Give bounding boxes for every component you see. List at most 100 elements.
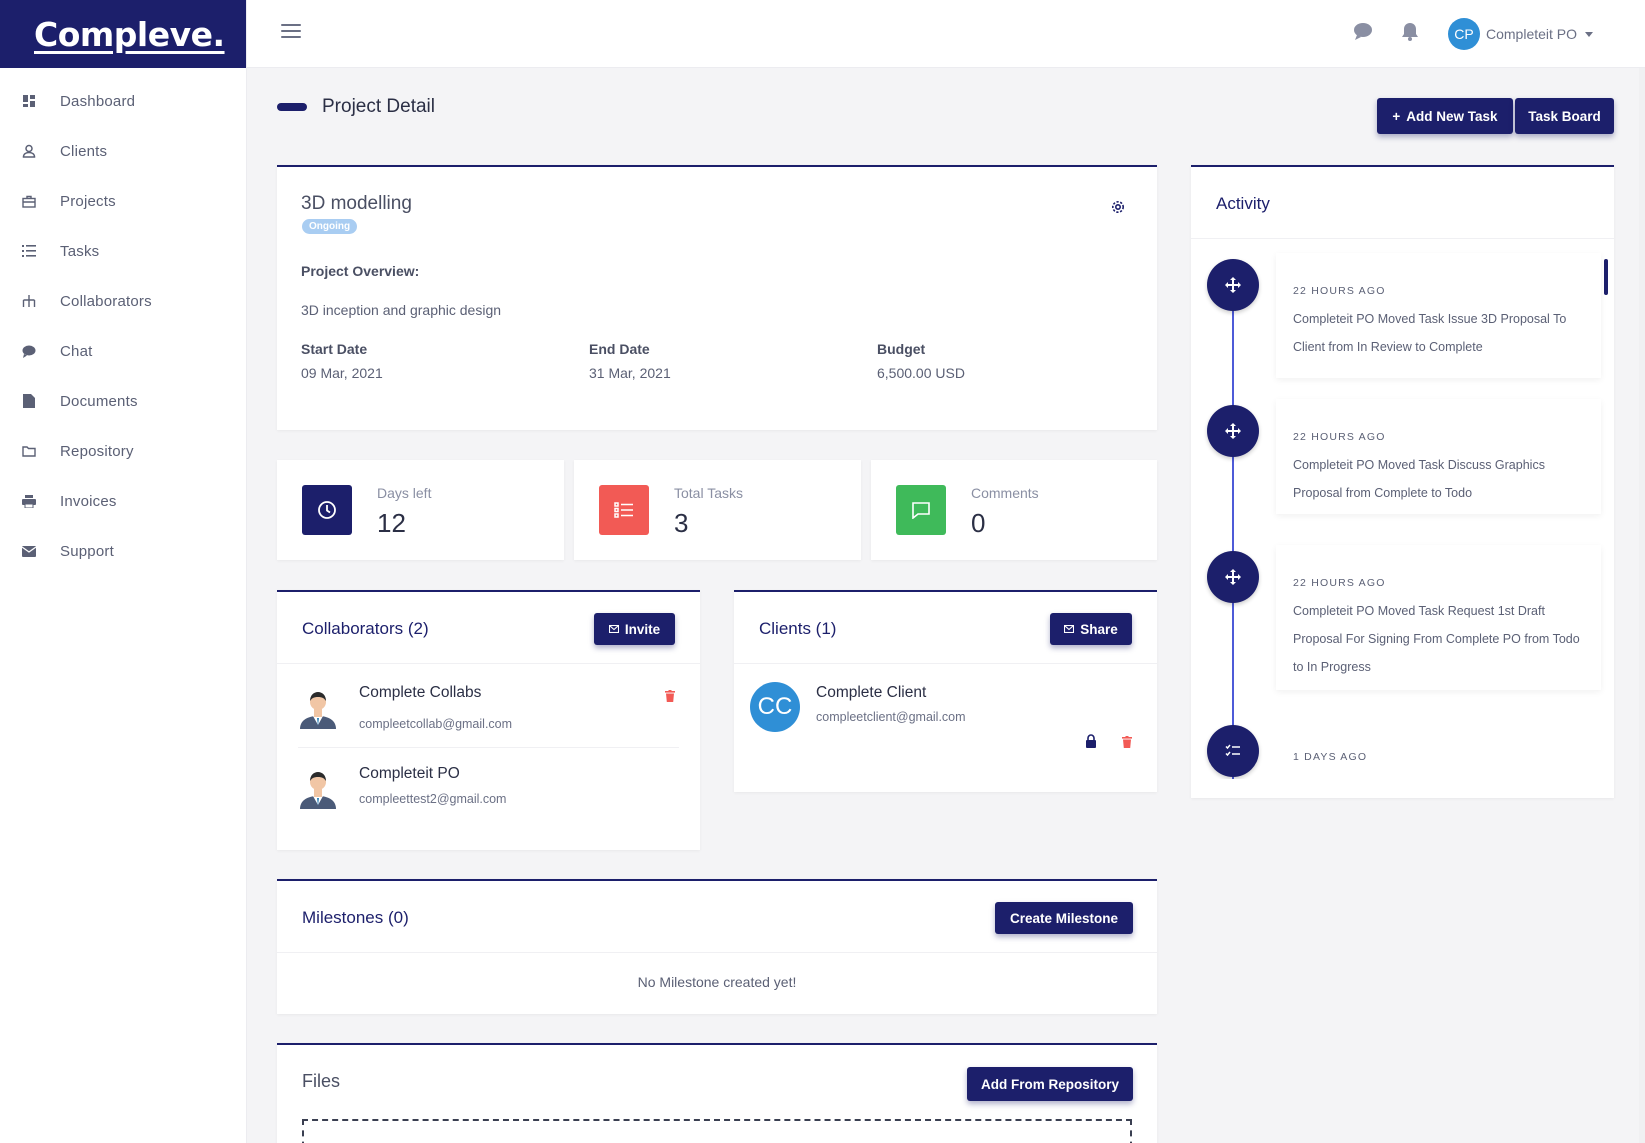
move-icon (1207, 405, 1259, 457)
milestones-card: Milestones (0) Create Milestone No Miles… (277, 879, 1157, 1014)
task-check-icon (1207, 725, 1259, 777)
sidebar-item-label: Clients (60, 142, 108, 160)
chevron-down-icon (1585, 31, 1594, 37)
sidebar-item-label: Invoices (60, 492, 117, 510)
chat-icon (21, 343, 37, 359)
budget-value: 6,500.00 USD (877, 365, 965, 381)
move-icon (1207, 551, 1259, 603)
sidebar-item-dashboard[interactable]: Dashboard (0, 76, 246, 126)
page-header: Project Detail (277, 96, 435, 118)
activity-item: 22 HOURS AGO Completeit PO Moved Task Is… (1276, 253, 1601, 378)
comment-icon (896, 485, 946, 535)
activity-time: 22 HOURS AGO (1293, 285, 1386, 297)
collaborators-title: Collaborators (2) (302, 619, 429, 638)
sidebar-item-collaborators[interactable]: Collaborators (0, 276, 246, 326)
sidebar-item-label: Dashboard (60, 92, 136, 110)
trash-icon[interactable] (665, 689, 675, 707)
sidebar-item-repository[interactable]: Repository (0, 426, 246, 476)
sidebar-item-invoices[interactable]: Invoices (0, 476, 246, 526)
task-board-button[interactable]: Task Board (1515, 98, 1614, 134)
project-card: 3D modelling Ongoing Project Overview: 3… (277, 165, 1157, 430)
collaborator-name: Completeit PO (359, 765, 460, 782)
files-title: Files (302, 1071, 341, 1091)
total-tasks-card: Total Tasks 3 (574, 460, 861, 560)
comments-value: 0 (971, 508, 986, 538)
sidebar-item-support[interactable]: Support (0, 526, 246, 576)
clients-card: Clients (1) Share CC Complete Client com… (734, 590, 1157, 792)
activity-text: Completeit PO Moved Task Request 1st Dra… (1293, 604, 1580, 674)
file-dropzone[interactable] (302, 1119, 1132, 1143)
page-title: Project Detail (322, 96, 435, 117)
divider (277, 663, 700, 664)
user-name: Completeit PO (1486, 26, 1578, 42)
total-tasks-value: 3 (674, 508, 689, 538)
avatar: CP (1448, 18, 1480, 50)
page-scrollbar[interactable] (1639, 68, 1645, 1143)
activity-item: 22 HOURS AGO Completeit PO Moved Task Di… (1276, 399, 1601, 514)
briefcase-icon (21, 193, 37, 209)
user-icon (21, 143, 37, 159)
client-name: Complete Client (816, 684, 927, 701)
brand-logo[interactable]: Compleve. (0, 0, 246, 68)
user-menu[interactable]: CP Completeit PO (1448, 18, 1594, 50)
activity-card: Activity 22 HOURS AGO Completeit PO Move… (1191, 165, 1614, 798)
task-list-icon (599, 485, 649, 535)
gear-icon[interactable] (1111, 200, 1125, 219)
activity-text: Completeit PO Moved Task Issue 3D Propos… (1293, 312, 1567, 354)
activity-scrollbar[interactable] (1604, 259, 1608, 295)
budget-label: Budget (877, 341, 926, 357)
sidebar-item-tasks[interactable]: Tasks (0, 226, 246, 276)
overview-label: Project Overview: (301, 263, 420, 279)
add-from-repository-button[interactable]: Add From Repository (967, 1067, 1133, 1101)
notification-bell-icon[interactable] (1401, 22, 1419, 46)
avatar: CC (750, 682, 800, 732)
messages-icon[interactable] (1353, 22, 1373, 45)
files-card: Files Add From Repository (277, 1043, 1157, 1143)
sidebar-item-chat[interactable]: Chat (0, 326, 246, 376)
activity-timeline: 22 HOURS AGO Completeit PO Moved Task Is… (1191, 239, 1614, 779)
start-date-label: Start Date (301, 341, 368, 357)
overview-text: 3D inception and graphic design (301, 302, 502, 318)
activity-title: Activity (1216, 194, 1270, 213)
divider (277, 952, 1157, 953)
activity-text: Completeit PO Moved Task Discuss Graphic… (1293, 458, 1545, 500)
activity-item: 1 DAYS AGO (1276, 719, 1601, 779)
clock-icon (302, 485, 352, 535)
sidebar-item-label: Repository (60, 442, 134, 460)
sidebar-item-label: Tasks (60, 242, 100, 260)
days-left-label: Days left (377, 485, 432, 501)
end-date-label: End Date (589, 341, 650, 357)
collaborator-email: compleettest2@gmail.com (359, 792, 507, 806)
end-date-value: 31 Mar, 2021 (589, 365, 671, 381)
sidebar-item-label: Documents (60, 392, 138, 410)
activity-time: 1 DAYS AGO (1293, 751, 1368, 763)
create-milestone-button[interactable]: Create Milestone (995, 902, 1133, 934)
avatar (298, 687, 338, 729)
sidebar-item-label: Support (60, 542, 114, 560)
title-accent (277, 103, 307, 111)
sidebar-item-projects[interactable]: Projects (0, 176, 246, 226)
sidebar-item-label: Projects (60, 192, 116, 210)
total-tasks-label: Total Tasks (674, 485, 743, 501)
collaborator-name: Complete Collabs (359, 684, 482, 701)
envelope-icon (1064, 625, 1075, 633)
activity-time: 22 HOURS AGO (1293, 577, 1386, 589)
sidebar-item-clients[interactable]: Clients (0, 126, 246, 176)
trash-icon[interactable] (1122, 735, 1132, 753)
sidebar-nav: Dashboard Clients Projects Tasks Collabo… (0, 76, 246, 576)
document-icon (21, 393, 37, 409)
add-new-task-button[interactable]: + Add New Task (1377, 98, 1513, 134)
days-left-value: 12 (377, 508, 406, 538)
move-icon (1207, 259, 1259, 311)
sidebar-item-documents[interactable]: Documents (0, 376, 246, 426)
invite-button[interactable]: Invite (594, 613, 675, 645)
list-icon (21, 243, 37, 259)
divider (734, 663, 1157, 664)
share-button[interactable]: Share (1050, 613, 1132, 645)
milestones-title: Milestones (0) (302, 908, 409, 927)
divider (298, 747, 679, 748)
milestones-empty-text: No Milestone created yet! (637, 974, 797, 990)
envelope-icon (21, 543, 37, 559)
menu-toggle-icon[interactable] (281, 24, 301, 40)
lock-icon[interactable] (1085, 734, 1097, 753)
